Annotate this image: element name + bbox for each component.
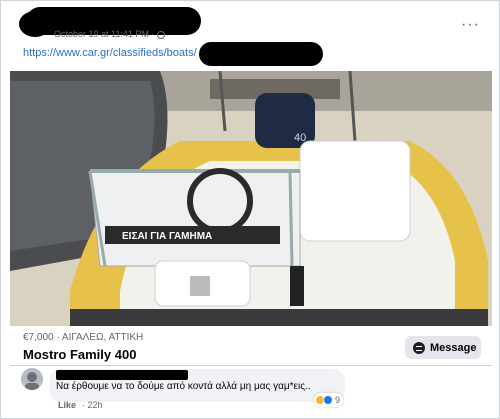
photo-sign-text: ΕΙΣΑΙ ΓΙΑ ΓΑΜΗΜΑ bbox=[122, 231, 212, 242]
comment-time[interactable]: · 22h bbox=[82, 400, 103, 410]
listing-title[interactable]: Mostro Family 400 bbox=[23, 347, 136, 362]
more-options-icon[interactable]: ··· bbox=[461, 17, 481, 34]
redacted-avatar bbox=[19, 11, 51, 37]
redacted-url-tail bbox=[199, 42, 323, 66]
like-icon bbox=[323, 395, 333, 405]
listing-url-link[interactable]: https://www.car.gr/classifieds/boats/ bbox=[23, 47, 197, 59]
marketplace-post-card: October 19 at 11:41 PM · ··· https://www… bbox=[0, 0, 500, 419]
redacted-commenter-name bbox=[56, 370, 188, 380]
reaction-count: 9 bbox=[335, 395, 341, 405]
globe-icon bbox=[156, 30, 165, 39]
message-button-label: Message bbox=[430, 341, 477, 354]
comment-reactions[interactable]: 9 bbox=[314, 393, 344, 407]
comment-text: Να έρθουμε να το δούμε από κοντά αλλά μη… bbox=[56, 381, 311, 392]
message-button[interactable]: Message bbox=[405, 336, 481, 359]
avatar-image bbox=[21, 368, 43, 390]
commenter-avatar[interactable] bbox=[21, 368, 43, 390]
comment-like-button[interactable]: Like bbox=[58, 400, 76, 410]
listing-price-location: €7,000 · ΑΙΓΑΛΕΩ, ΑΤΤΙΚΗ bbox=[23, 332, 144, 343]
listing-photo[interactable]: 40 ΕΙΣΑΙ ΓΙΑ ΓΑΜΗΜΑ bbox=[10, 71, 492, 326]
post-timestamp[interactable]: October 19 at 11:41 PM · bbox=[54, 29, 165, 39]
boat-photo-illustration: 40 ΕΙΣΑΙ ΓΙΑ ΓΑΜΗΜΑ bbox=[10, 71, 492, 326]
comments-divider bbox=[10, 365, 492, 366]
messenger-icon bbox=[413, 341, 425, 354]
